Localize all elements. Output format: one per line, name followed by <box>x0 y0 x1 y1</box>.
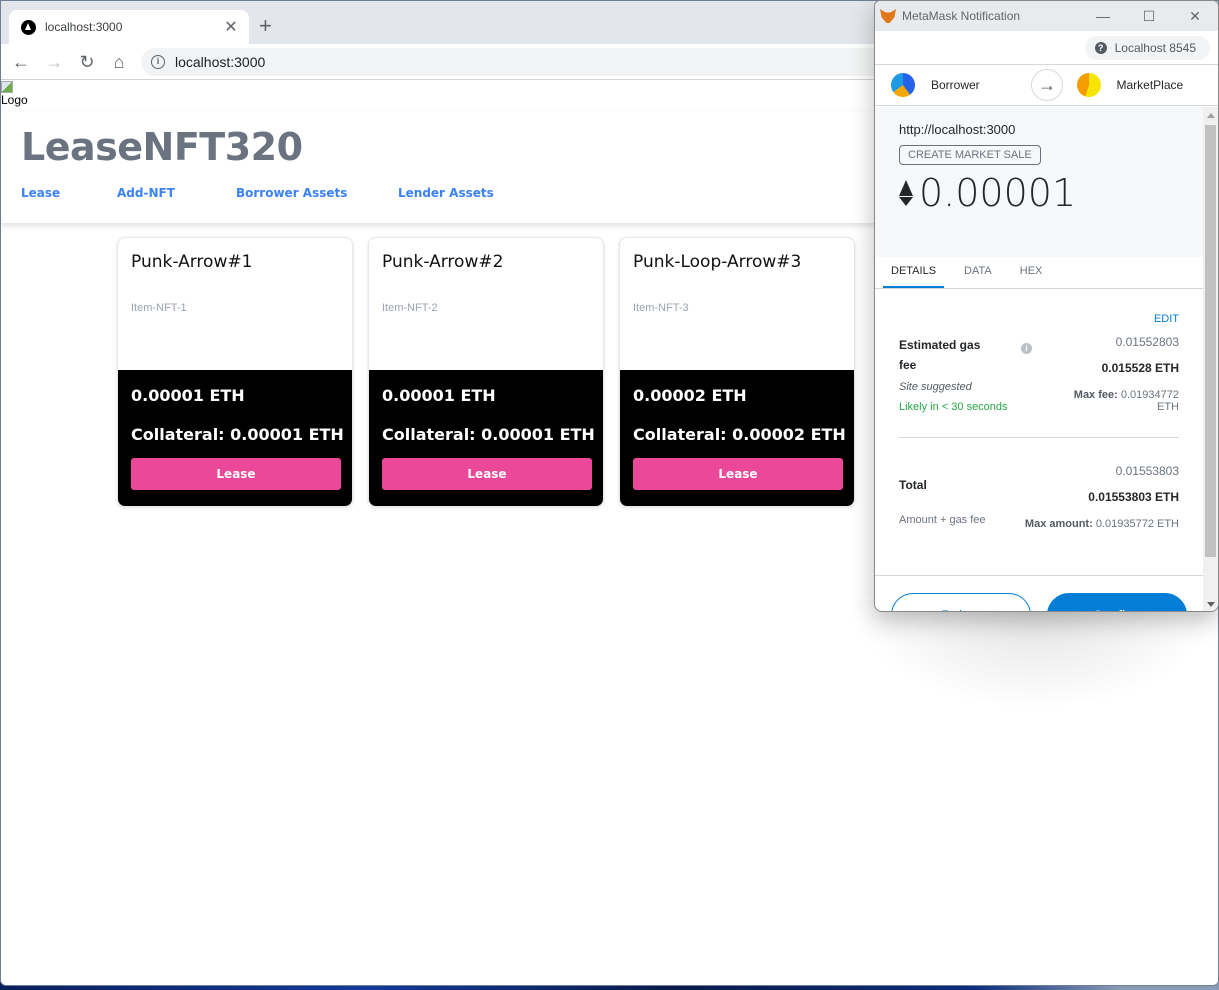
account-avatar-icon <box>1076 73 1101 97</box>
divider <box>899 437 1179 438</box>
max-amount-label: Max amount: <box>1024 518 1093 530</box>
scroll-up-icon[interactable] <box>1207 113 1215 118</box>
gas-timing: Likely in < 30 seconds <box>899 401 1008 413</box>
method-badge: CREATE MARKET SALE <box>899 145 1041 165</box>
nft-collateral: Collateral: 0.00001 ETH <box>131 425 344 444</box>
nft-collateral: Collateral: 0.00001 ETH <box>382 425 595 444</box>
main-nav: Lease Add-NFT Borrower Assets Lender Ass… <box>21 186 494 200</box>
nav-lease[interactable]: Lease <box>21 186 117 200</box>
popup-shadow <box>850 600 1219 710</box>
to-account-name: MarketPlace <box>1116 78 1184 92</box>
gas-fee-secondary: 0.01552803 <box>1115 335 1179 349</box>
tab-hex[interactable]: HEX <box>1012 257 1051 288</box>
origin-url: http://localhost:3000 <box>899 122 1016 137</box>
site-title: LeaseNFT320 <box>21 125 303 169</box>
back-button[interactable]: ← <box>9 50 33 74</box>
favicon-icon <box>21 19 36 35</box>
nft-price: 0.00001 ETH <box>382 386 496 405</box>
from-account[interactable]: Borrower <box>875 73 1047 97</box>
total-row: Total Amount + gas fee 0.01553803 0.0155… <box>899 464 1179 530</box>
transaction-summary: http://localhost:3000 CREATE MARKET SALE… <box>875 107 1203 257</box>
url-text[interactable]: localhost:3000 <box>175 54 265 70</box>
detail-tabs: DETAILS DATA HEX <box>875 257 1203 289</box>
tab-data[interactable]: DATA <box>956 257 1000 288</box>
home-button[interactable]: ⌂ <box>107 50 131 74</box>
nav-borrower-assets[interactable]: Borrower Assets <box>236 186 398 200</box>
arrow-right-icon: → <box>1031 69 1063 101</box>
nav-lender-assets[interactable]: Lender Assets <box>398 186 494 200</box>
account-avatar-icon <box>891 73 915 97</box>
lease-button[interactable]: Lease <box>382 458 592 490</box>
ethereum-icon <box>899 180 913 206</box>
broken-image-icon <box>1 81 13 93</box>
scroll-down-icon[interactable] <box>1207 602 1215 607</box>
metamask-fox-icon <box>880 9 896 23</box>
tab-title: localhost:3000 <box>45 20 123 34</box>
total-sub: Amount + gas fee <box>899 514 986 526</box>
nft-card: Punk-Arrow#2 Item-NFT-2 0.00001 ETH Coll… <box>368 237 604 507</box>
info-icon[interactable]: i <box>1021 343 1032 354</box>
nft-name: Punk-Arrow#1 <box>131 252 253 272</box>
sender-recipient: Borrower → MarketPlace <box>875 64 1218 106</box>
popup-title: MetaMask Notification <box>902 9 1021 23</box>
site-info-icon[interactable]: i <box>151 55 165 69</box>
edit-gas-link[interactable]: EDIT <box>1154 313 1179 325</box>
forward-button[interactable]: → <box>42 50 66 74</box>
logo-alt-text: Logo <box>1 93 28 107</box>
gas-suggestion: Site suggested <box>899 381 972 393</box>
new-tab-button[interactable]: + <box>259 13 272 39</box>
network-name: Localhost 8545 <box>1114 40 1196 55</box>
nft-price: 0.00001 ETH <box>131 386 245 405</box>
gas-fee-primary: 0.015528 ETH <box>1101 361 1179 375</box>
gas-fee-row: Estimated gas fee i Site suggested Likely… <box>899 335 1179 413</box>
nft-description: Item-NFT-3 <box>633 302 689 314</box>
max-fee-value: 0.01934772 ETH <box>1120 389 1179 413</box>
to-account[interactable]: MarketPlace <box>1047 73 1219 97</box>
confirm-body: http://localhost:3000 CREATE MARKET SALE… <box>875 107 1203 611</box>
nft-collateral: Collateral: 0.00002 ETH <box>633 425 846 444</box>
browser-tab[interactable]: localhost:3000 ✕ <box>9 10 249 44</box>
tab-details[interactable]: DETAILS <box>883 257 945 288</box>
scrollbar-thumb[interactable] <box>1205 125 1216 557</box>
confirm-button[interactable]: Confirm <box>1047 593 1187 611</box>
nft-name: Punk-Arrow#2 <box>382 252 504 272</box>
gas-fee-title: Estimated gas fee <box>899 338 981 372</box>
nft-card: Punk-Arrow#1 Item-NFT-1 0.00001 ETH Coll… <box>117 237 353 507</box>
from-account-name: Borrower <box>931 78 980 92</box>
max-amount-value: 0.01935772 ETH <box>1095 518 1179 530</box>
total-title: Total <box>899 478 927 492</box>
site-header: LeaseNFT320 Lease Add-NFT Borrower Asset… <box>1 111 877 223</box>
lease-button[interactable]: Lease <box>131 458 341 490</box>
logo: Logo <box>1 81 28 107</box>
question-icon: ? <box>1094 41 1107 54</box>
lease-button[interactable]: Lease <box>633 458 843 490</box>
popup-titlebar[interactable]: MetaMask Notification — ☐ ✕ <box>875 1 1218 31</box>
minimize-button[interactable]: — <box>1080 8 1126 24</box>
nft-card-list: Punk-Arrow#1 Item-NFT-1 0.00001 ETH Coll… <box>117 237 855 507</box>
scrollbar[interactable] <box>1203 107 1218 611</box>
reload-button[interactable]: ↻ <box>75 50 99 74</box>
window-close-button[interactable]: ✕ <box>1172 8 1218 25</box>
nft-description: Item-NFT-2 <box>382 302 438 314</box>
transaction-amount: 0.00001 <box>919 171 1077 215</box>
nav-add-nft[interactable]: Add-NFT <box>117 186 236 200</box>
maximize-button[interactable]: ☐ <box>1126 8 1172 25</box>
nft-price: 0.00002 ETH <box>633 386 747 405</box>
details-panel: EDIT Estimated gas fee i Site suggested L… <box>875 289 1203 530</box>
nft-name: Punk-Loop-Arrow#3 <box>633 252 802 272</box>
total-secondary: 0.01553803 <box>1115 464 1179 478</box>
close-icon[interactable]: ✕ <box>221 17 241 37</box>
reject-button[interactable]: Reject <box>891 593 1031 611</box>
network-selector[interactable]: ? Localhost 8545 <box>1084 35 1210 60</box>
max-fee-label: Max fee: <box>1073 389 1118 401</box>
nft-card: Punk-Loop-Arrow#3 Item-NFT-3 0.00002 ETH… <box>619 237 855 507</box>
network-bar: ? Localhost 8545 <box>875 31 1218 64</box>
footer-divider <box>875 575 1203 576</box>
total-primary: 0.01553803 ETH <box>1088 490 1179 504</box>
nft-description: Item-NFT-1 <box>131 302 187 314</box>
metamask-popup: MetaMask Notification — ☐ ✕ ? Localhost … <box>874 0 1219 612</box>
